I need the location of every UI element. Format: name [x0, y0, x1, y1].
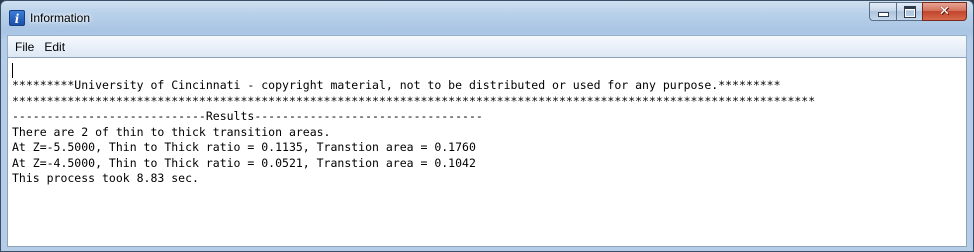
output-line-copyright: *********University of Cincinnati - copy… — [12, 78, 781, 92]
maximize-icon — [903, 5, 916, 18]
information-window: i Information ✕ File Edit *********Unive… — [0, 0, 974, 252]
output-line-separator: ****************************************… — [12, 93, 816, 108]
output-line-results-header: ----------------------------Results-----… — [12, 109, 483, 123]
window-title: Information — [30, 11, 91, 25]
minimize-button[interactable] — [869, 2, 896, 21]
output-text-area[interactable]: *********University of Cincinnati - copy… — [7, 57, 967, 247]
menu-file[interactable]: File — [10, 38, 39, 56]
close-icon: ✕ — [939, 4, 950, 19]
output-line-result-2: At Z=-4.5000, Thin to Thick ratio = 0.05… — [12, 155, 476, 170]
info-icon: i — [9, 10, 25, 26]
output-line-timing: This process took 8.83 sec. — [12, 171, 199, 185]
caption-buttons: ✕ — [869, 2, 967, 21]
minimize-icon — [877, 12, 889, 17]
maximize-button[interactable] — [896, 2, 922, 21]
output-line-summary: There are 2 of thin to thick transition … — [12, 124, 331, 139]
title-bar[interactable]: i Information ✕ — [1, 1, 973, 35]
output-line-result-1: At Z=-5.5000, Thin to Thick ratio = 0.11… — [12, 140, 476, 154]
text-caret — [12, 63, 13, 78]
close-button[interactable]: ✕ — [922, 2, 967, 21]
menu-bar: File Edit — [7, 35, 967, 57]
menu-edit[interactable]: Edit — [39, 38, 70, 56]
